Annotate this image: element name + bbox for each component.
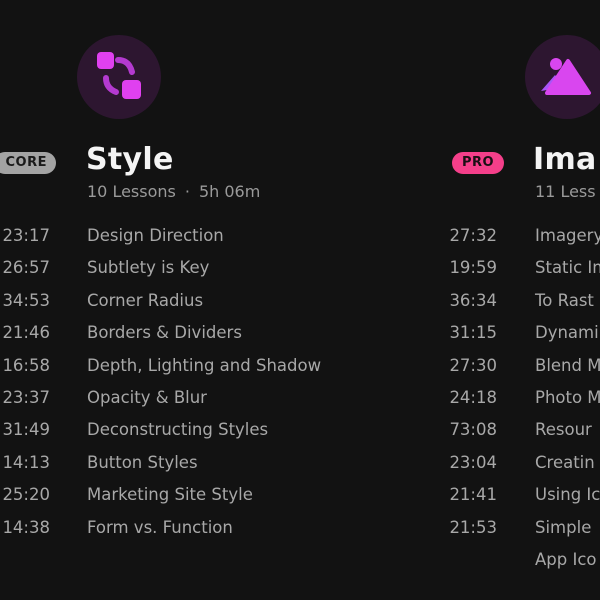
lesson-duration: 34:53: [2, 290, 50, 310]
lesson-duration: 31:49: [2, 420, 50, 440]
lesson-title[interactable]: Button Styles: [87, 453, 198, 472]
lesson-count: 10 Lessons: [87, 182, 176, 201]
style-course-icon-circle: [77, 35, 161, 119]
lesson-duration: 19:59: [449, 258, 497, 278]
lesson-duration: 31:15: [449, 323, 497, 343]
lesson-duration: 21:46: [2, 323, 50, 343]
lesson-title[interactable]: Depth, Lighting and Shadow: [87, 356, 321, 375]
lesson-duration: 21:53: [449, 517, 497, 537]
lesson-duration: 25:20: [2, 485, 50, 505]
lesson-title[interactable]: Resour: [535, 420, 592, 439]
course-title-imagery[interactable]: Ima: [533, 142, 597, 177]
lesson-title[interactable]: Marketing Site Style: [87, 485, 253, 504]
image-mountain-icon: [541, 58, 591, 95]
lesson-duration: 23:37: [2, 388, 50, 407]
lesson-count: 11 Less: [535, 182, 596, 201]
imagery-course-icon-circle: [525, 35, 600, 119]
course-subtitle-style: 10 Lessons · 5h 06m: [87, 182, 260, 201]
lesson-title[interactable]: Blend M: [535, 356, 600, 375]
lesson-duration: 23:04: [449, 452, 497, 472]
style-shapes-icon: [97, 52, 141, 99]
lesson-duration: 26:57: [2, 258, 50, 278]
lesson-title[interactable]: Imagery: [535, 226, 600, 245]
lesson-title[interactable]: Simple: [535, 518, 591, 537]
lesson-duration: 27:30: [449, 355, 497, 375]
course-title-style[interactable]: Style: [86, 142, 174, 177]
lesson-duration: 27:32: [449, 226, 497, 245]
lesson-title[interactable]: Design Direction: [87, 226, 224, 245]
lesson-title[interactable]: To Rast: [535, 291, 594, 310]
lesson-title[interactable]: Deconstructing Styles: [87, 420, 268, 439]
lesson-title[interactable]: Borders & Dividers: [87, 323, 242, 342]
lesson-title[interactable]: Corner Radius: [87, 291, 203, 310]
course-duration: 5h 06m: [198, 182, 261, 201]
lesson-duration: 21:41: [449, 485, 497, 505]
pro-badge: PRO: [452, 152, 504, 174]
lesson-title[interactable]: App Ico: [535, 550, 597, 569]
lesson-duration: 36:34: [449, 290, 497, 310]
lesson-duration: 23:17: [2, 226, 50, 245]
lesson-title[interactable]: Static Im: [535, 258, 600, 277]
lesson-duration: 16:58: [2, 355, 50, 375]
core-badge: CORE: [0, 152, 56, 174]
lesson-title[interactable]: Opacity & Blur: [87, 388, 207, 407]
lesson-title[interactable]: Form vs. Function: [87, 518, 233, 537]
lesson-duration: 14:38: [2, 517, 50, 537]
lesson-title[interactable]: Creatin: [535, 453, 595, 472]
lesson-duration: 24:18: [449, 388, 497, 407]
lesson-duration: 73:08: [449, 420, 497, 440]
course-subtitle-imagery: 11 Less: [535, 182, 596, 201]
lesson-title[interactable]: Subtlety is Key: [87, 258, 209, 277]
lesson-title[interactable]: Photo M: [535, 388, 600, 407]
separator-dot: ·: [184, 182, 190, 201]
lesson-title[interactable]: Using Ic: [535, 485, 600, 504]
lesson-duration: 14:13: [2, 452, 50, 472]
lesson-title[interactable]: Dynami: [535, 323, 599, 342]
